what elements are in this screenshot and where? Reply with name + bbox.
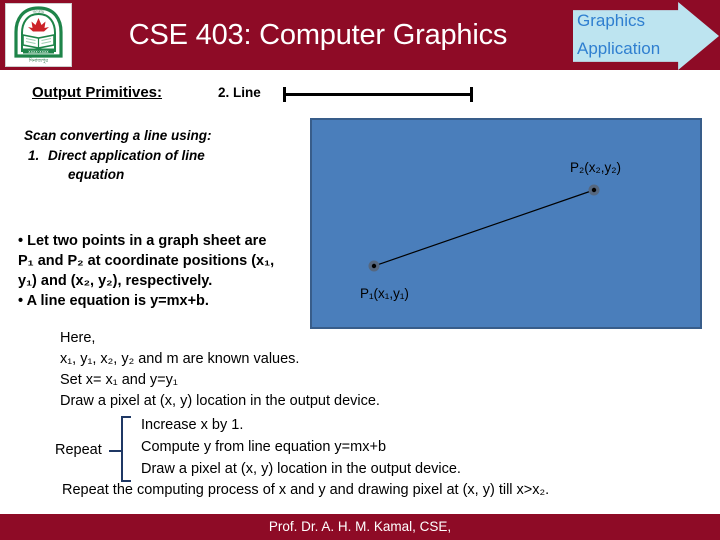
scan-heading: Scan converting a line using:: [24, 128, 212, 143]
repeat-loop-group: Repeat Increase x by 1. Compute y from l…: [55, 414, 685, 482]
algo-here: Here,: [60, 330, 96, 346]
svg-text:দিনাজপুর: দিনাজপুর: [28, 58, 48, 64]
line-cap-right-icon: [470, 87, 473, 102]
horizontal-line-segment-icon: [283, 87, 473, 103]
bullet-line-3: y₁) and (x₂, y₂), respectively.: [18, 273, 213, 289]
scan-item-number: 1.: [28, 148, 40, 163]
scan-item-text: Direct application of line: [48, 148, 205, 163]
svg-text:xxxx-xxxx: xxxx-xxxx: [28, 49, 49, 54]
bullet-line-4: • A line equation is y=mx+b.: [18, 293, 209, 309]
algo-knowns: x₁, y₁, x₂, y₂ and m are known values.: [60, 351, 300, 367]
repeat-step-2: Compute y from line equation y=mx+b: [141, 439, 387, 455]
points-description-block: • Let two points in a graph sheet are P₁…: [18, 231, 303, 311]
arrow-banner-line1: Graphics: [577, 11, 646, 30]
p2-label: P₂(x₂,y₂): [570, 160, 621, 175]
segment-p1-p2: [373, 189, 595, 267]
page-title: CSE 403: Computer Graphics: [128, 19, 508, 51]
arrow-banner-line2: Application: [577, 39, 661, 58]
university-seal-graphic: xxxx-xxxx জাতীয় দিনাজপুর: [6, 4, 71, 66]
footer-bar: Prof. Dr. A. H. M. Kamal, CSE,: [0, 514, 720, 540]
scan-list-item: 1. Direct application of line equation: [24, 146, 294, 184]
topic-label: 2. Line: [218, 85, 261, 100]
graphics-application-banner[interactable]: Graphics Application: [573, 2, 719, 70]
line-diagram-panel: P₂(x₂,y₂) P₁(x₁,y₁): [310, 118, 702, 329]
algorithm-block: Here, x₁, y₁, x₂, y₂ and m are known val…: [60, 328, 680, 412]
repeat-step-3: Draw a pixel at (x, y) location in the o…: [141, 461, 461, 477]
arrow-banner-text: Graphics Application: [577, 7, 687, 63]
p2-point: [591, 187, 597, 193]
header-divider: [0, 70, 720, 74]
algo-final-line: Repeat the computing process of x and y …: [62, 482, 550, 498]
repeat-steps-list: Increase x by 1. Compute y from line equ…: [141, 414, 681, 480]
scan-item-text-continued: equation: [68, 167, 125, 182]
svg-text:জাতীয়: জাতীয়: [32, 9, 45, 14]
repeat-label: Repeat: [55, 442, 102, 458]
line-bar: [283, 93, 473, 96]
bullet-line-2: P₁ and P₂ at coordinate positions (x₁,: [18, 253, 275, 269]
algo-set: Set x= x₁ and y=y₁: [60, 372, 178, 388]
university-seal-logo: xxxx-xxxx জাতীয় দিনাজপুর: [5, 3, 72, 67]
repeat-bracket-icon: [121, 416, 131, 482]
scan-converting-block: Scan converting a line using: 1. Direct a…: [24, 126, 294, 184]
section-title: Output Primitives:: [32, 84, 163, 101]
p1-point: [371, 263, 377, 269]
p1-label: P₁(x₁,y₁): [360, 286, 409, 301]
algo-draw-pixel: Draw a pixel at (x, y) location in the o…: [60, 393, 380, 409]
bullet-line-1: • Let two points in a graph sheet are: [18, 233, 267, 249]
repeat-step-1: Increase x by 1.: [141, 417, 244, 433]
footer-text: Prof. Dr. A. H. M. Kamal, CSE,: [268, 519, 452, 534]
